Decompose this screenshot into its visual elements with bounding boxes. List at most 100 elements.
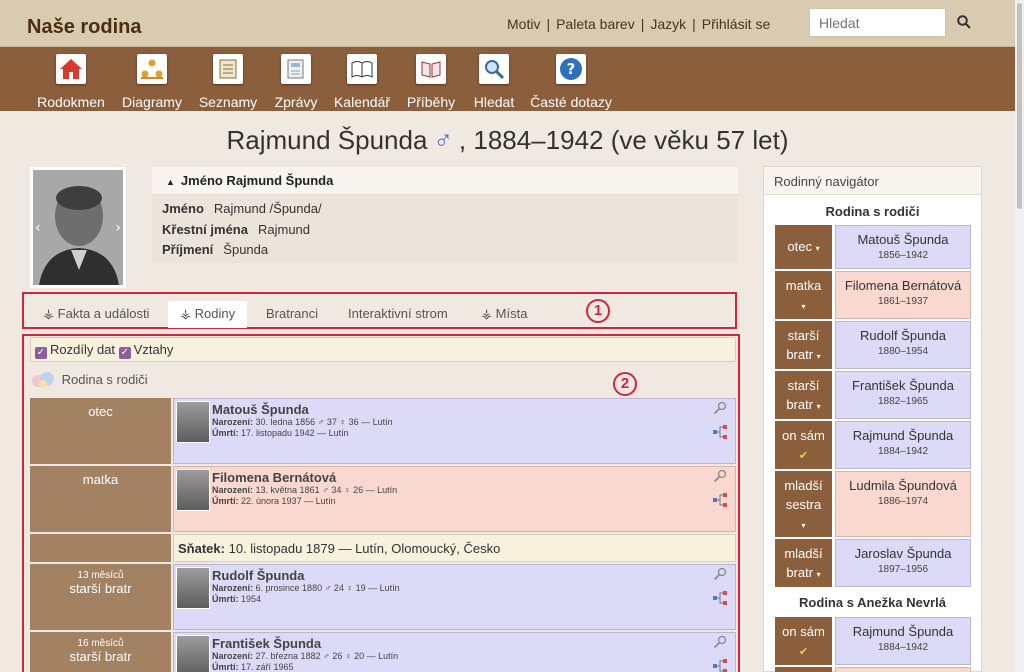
nav-person[interactable]: Jaroslav Špunda 1897–1956 [835,539,971,587]
tab-label: Rodiny [194,306,236,321]
relation-label: matka [82,472,119,487]
menu-rodokmen[interactable]: Rodokmen [37,47,105,111]
relation-cell: otec [30,398,171,464]
tab-fakta-a-udalosti[interactable]: ⚶ Fakta a události [43,306,149,322]
person-thumbnail[interactable] [176,635,210,672]
person-card[interactable]: Filomena Bernátová Narození: 13. května … [173,466,736,532]
nav-person[interactable]: Rajmund Špunda 1884–1942 [835,421,971,469]
checkmark-icon: ✔ [798,646,809,658]
page-title: Rajmund Špunda ♂, 1884–1942 (ve věku 57 l… [0,125,1015,156]
menu-seznamy[interactable]: Seznamy [197,47,259,111]
person-card-name[interactable]: František Špunda [212,636,321,651]
zoom-icon[interactable] [713,635,727,649]
menu-kalendar[interactable]: Kalendář [333,47,391,111]
person-card[interactable]: Rudolf Špunda Narození: 6. prosince 1880… [173,564,736,630]
person-thumbnail[interactable] [176,469,210,511]
nav-person-dates: 1884–1942 [877,446,929,457]
name-row-label: Křestní jména [162,222,248,237]
name-panel-header[interactable]: ▲ Jméno Rajmund Špunda [152,167,738,195]
nav-relation-button[interactable]: mladší sestra ▾ [775,471,832,537]
link-paleta-barev[interactable]: Paleta barev [556,16,635,32]
options-bar: ✓ Rozdíly dat ✓ Vztahy [30,337,736,362]
menu-caste-dotazy[interactable]: ? Časté dotazy [530,47,612,111]
nav-person-name: Rajmund Špunda [852,624,954,639]
nav-relation-button[interactable]: mladší bratr ▾ [775,539,832,587]
person-thumbnail[interactable] [176,401,210,443]
relations-checkbox[interactable]: ✓ Vztahy [118,342,174,359]
nav-person[interactable]: František Špunda 1882–1965 [835,371,971,419]
photo-prev-icon[interactable]: ‹ [35,220,41,236]
navigator-family-title: Rodina s rodiči [825,204,920,219]
family-navigator: Rodinný navigátor Rodina s rodiči otec ▾… [763,166,982,672]
birth-line: Narození: 27. března 1882 ♂ 26 ♀ 20 — Lu… [212,651,398,661]
search-input[interactable] [809,8,946,37]
menu-label: Příběhy [406,94,456,110]
nav-relation-button[interactable]: on sám ✔ [775,617,832,665]
death-line: Úmrtí: 17. listopadu 1942 — Lutín [212,428,349,438]
person-card-name[interactable]: Matouš Špunda [212,402,309,417]
nav-person[interactable]: Filomena Bernátová 1861–1937 [835,271,971,319]
birth-value: 30. ledna 1856 ♂ 37 ♀ 36 — Lutín [255,417,393,427]
relation-cell-empty [30,534,171,562]
death-label: Úmrtí: [212,496,239,506]
person-card-name[interactable]: Rudolf Špunda [212,568,304,583]
relation-label: starší bratr [69,649,132,664]
nav-relation-button[interactable] [775,667,832,672]
person-card-name[interactable]: Filomena Bernátová [212,470,336,485]
zoom-icon[interactable] [713,401,727,415]
person-card[interactable]: František Špunda Narození: 27. března 18… [173,632,736,672]
relation-cell: matka [30,466,171,532]
nav-person-name: Rudolf Špunda [859,328,946,343]
family-heading-label: Rodina s rodiči [61,372,148,387]
person-thumbnail[interactable] [176,567,210,609]
death-line: Úmrtí: 17. září 1965 [212,662,294,672]
nav-person-dates: 1882–1965 [877,396,929,407]
link-prihlasit-se[interactable]: Přihlásit se [702,16,770,32]
navigator-family-title: Rodina s Anežka Nevrlá [799,595,946,610]
birth-value: 27. března 1882 ♂ 26 ♀ 20 — Lutín [255,651,399,661]
menu-zpravy[interactable]: Zprávy [269,47,323,111]
tree-icon[interactable] [713,493,728,507]
menu-pribehy[interactable]: Příběhy [406,47,456,111]
tree-icon[interactable] [713,591,728,605]
checkbox-checked-icon: ✓ [118,347,131,359]
site-title[interactable]: Naše rodina [27,16,141,39]
person-card[interactable]: Matouš Špunda Narození: 30. ledna 1856 ♂… [173,398,736,464]
zoom-icon[interactable] [713,469,727,483]
tab-interaktivni-strom[interactable]: Interaktivní strom [348,306,448,321]
nav-person[interactable] [835,667,971,672]
nav-relation-label: matka [785,278,822,293]
tree-icon[interactable] [713,425,728,439]
person-name: Rajmund Špunda [226,125,428,155]
tab-rodiny[interactable]: ⚶ Rodiny [168,301,248,328]
nav-person[interactable]: Rajmund Špunda 1884–1942 [835,617,971,665]
link-motiv[interactable]: Motiv [507,16,540,32]
menu-label: Seznamy [198,94,258,110]
home-icon [56,54,86,84]
scrollbar-thumb[interactable] [1017,3,1022,209]
nav-relation-button[interactable]: starší bratr ▾ [775,371,832,419]
nav-person-name: Rajmund Špunda [852,428,954,443]
nav-person[interactable]: Ludmila Špundová 1886–1974 [835,471,971,537]
checkbox-label: Vztahy [133,342,174,357]
search-icon[interactable] [957,15,971,29]
link-separator: | [692,16,696,32]
nav-relation-button[interactable]: matka ▾ [775,271,832,319]
menu-label: Rodokmen [37,94,105,110]
person-photo[interactable]: ‹ › [30,167,126,288]
tab-mista[interactable]: ⚶ Místa [481,306,527,322]
dates-checkbox[interactable]: ✓ Rozdíly dat [35,342,115,359]
nav-person[interactable]: Rudolf Špunda 1880–1954 [835,321,971,369]
nav-relation-button[interactable]: on sám ✔ [775,421,832,469]
nav-relation-button[interactable]: starší bratr ▾ [775,321,832,369]
photo-next-icon[interactable]: › [115,220,121,236]
tree-icon[interactable] [713,659,728,672]
link-jazyk[interactable]: Jazyk [650,16,686,32]
menu-hledat[interactable]: Hledat [471,47,517,111]
menu-diagramy[interactable]: Diagramy [121,47,183,111]
zoom-icon[interactable] [713,567,727,581]
chevron-down-icon: ▾ [815,244,820,253]
nav-relation-button[interactable]: otec ▾ [775,225,832,269]
nav-person[interactable]: Matouš Špunda 1856–1942 [835,225,971,269]
tab-bratranci[interactable]: Bratranci [266,306,318,321]
